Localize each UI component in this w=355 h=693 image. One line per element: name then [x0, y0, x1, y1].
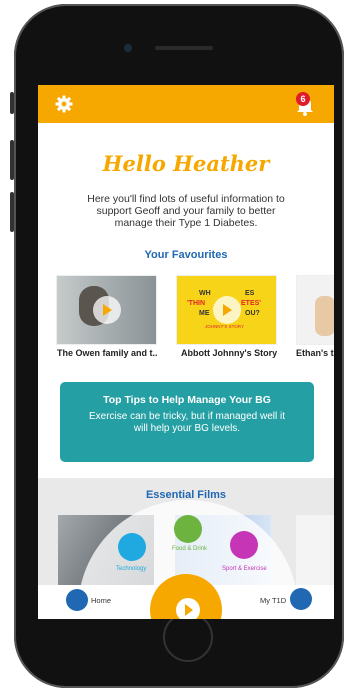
- phone-volume-down: [10, 192, 14, 232]
- greeting-title: Hello Heather: [102, 151, 270, 176]
- thumb-text: 'THIN: [187, 300, 205, 307]
- favourite-caption-2: Abbott Johnny's Story: [181, 348, 278, 358]
- settings-gear-icon[interactable]: [54, 94, 74, 114]
- phone-home-button[interactable]: [163, 612, 213, 662]
- sport-exercise-icon[interactable]: [230, 531, 258, 559]
- top-bar: [38, 85, 334, 123]
- thumb-text: JOHNNY'S STORY: [205, 324, 244, 329]
- nav-my-t1d-label[interactable]: My T1D: [260, 596, 286, 605]
- food-drink-icon[interactable]: [174, 515, 202, 543]
- play-icon: [176, 598, 200, 619]
- category-label-food-drink: Food & Drink: [172, 546, 208, 552]
- play-icon[interactable]: [93, 296, 121, 324]
- thumb-text: ES: [245, 290, 255, 297]
- favourite-card-2[interactable]: WH ES 'THIN ETES' ME OU? JOHNNY'S STORY: [176, 275, 277, 345]
- thumb-text: WH: [199, 290, 211, 297]
- profile-icon[interactable]: [290, 588, 312, 610]
- earpiece: [155, 46, 213, 50]
- thumb-text: ETES': [241, 300, 261, 307]
- notification-badge: 6: [296, 92, 310, 106]
- phone-volume-up: [10, 140, 14, 180]
- phone-side-button: [10, 92, 14, 114]
- favourites-title: Your Favourites: [144, 249, 228, 261]
- top-tips-title: Top Tips to Help Manage Your BG: [103, 394, 271, 406]
- favourite-caption-1: The Owen family and t..: [57, 348, 158, 358]
- essential-card-3[interactable]: [296, 515, 334, 585]
- home-icon[interactable]: [66, 589, 88, 611]
- thumb-text: ME: [199, 310, 210, 317]
- app-screen: 6 Hello Heather Here you'll find lots of…: [38, 85, 334, 619]
- favourite-card-1[interactable]: [56, 275, 157, 345]
- person-figure: [315, 296, 334, 336]
- thumb-text: OU?: [245, 310, 260, 317]
- technology-icon[interactable]: [118, 533, 146, 561]
- top-tips-card[interactable]: Top Tips to Help Manage Your BG Exercise…: [60, 382, 314, 462]
- nav-home-label[interactable]: Home: [91, 596, 111, 605]
- top-tips-body: Exercise can be tricky, but if managed w…: [88, 411, 285, 434]
- category-label-technology: Technology: [116, 566, 147, 572]
- front-camera: [124, 44, 132, 52]
- play-icon[interactable]: [213, 296, 241, 324]
- category-label-sport-exercise: Sport & Exercise: [222, 566, 267, 572]
- favourite-card-3[interactable]: [296, 275, 334, 345]
- favourite-caption-3: Ethan's ta: [296, 348, 334, 358]
- intro-text: Here you'll find lots of useful informat…: [87, 193, 285, 229]
